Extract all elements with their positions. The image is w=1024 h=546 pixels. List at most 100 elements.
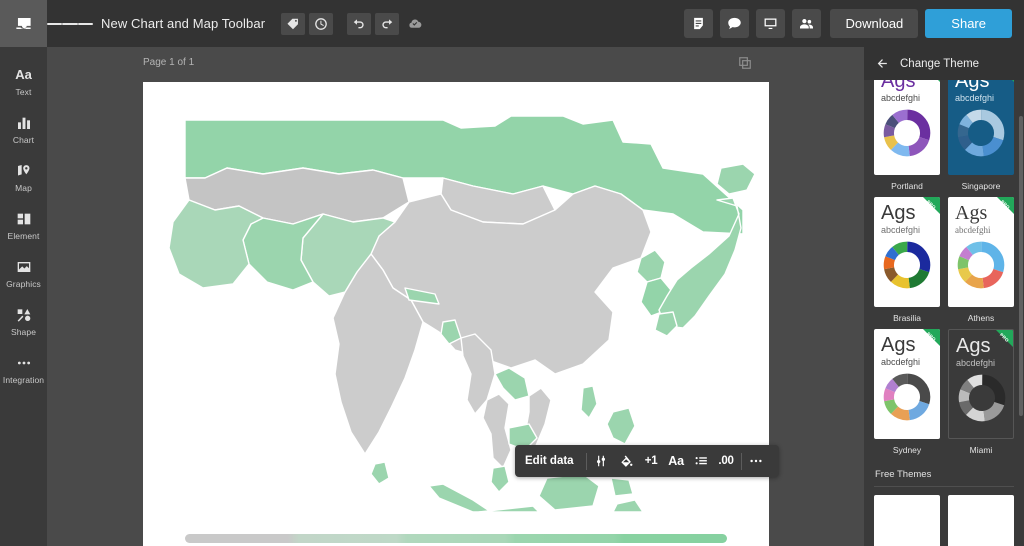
ellipsis-icon — [16, 354, 32, 371]
decimal-icon[interactable]: .00 — [714, 448, 739, 474]
theme-card-sydney[interactable]: PRO Ags abcdefghi — [874, 329, 940, 439]
theme-donut-chart — [957, 241, 1005, 289]
theme-donut-chart — [883, 373, 931, 421]
sidebar-item-integration[interactable]: Integration — [0, 345, 47, 393]
sidebar-item-graphics[interactable]: Graphics — [0, 249, 47, 297]
present-icon[interactable] — [756, 9, 786, 38]
legend-gradient-bar — [185, 534, 727, 543]
collaborators-icon[interactable] — [792, 9, 822, 38]
free-theme-card[interactable] — [948, 495, 1014, 546]
theme-panel-title: Change Theme — [900, 57, 980, 70]
theme-cell: PRO Ags abcdefghi Athens — [948, 193, 1014, 325]
sidebar-item-map[interactable]: Map — [0, 153, 47, 201]
theme-sample-body: abcdefghi — [881, 93, 921, 103]
page-header: Page 1 of 1 — [47, 47, 864, 78]
sidebar-item-label: Integration — [2, 375, 45, 385]
sidebar-item-label: Element — [7, 231, 40, 241]
theme-card-portland[interactable]: PROAgsabcdefghi — [874, 80, 940, 175]
undo-icon[interactable] — [347, 12, 372, 35]
shape-icon — [16, 306, 32, 323]
theme-donut-chart — [883, 241, 931, 289]
canvas-area[interactable]: Page 1 of 1 Edit data +1 Aa .00 — [47, 47, 864, 546]
toolbar-divider — [740, 452, 742, 470]
map-pin-icon — [16, 162, 32, 179]
theme-sample-body: abcdefghi — [955, 225, 991, 235]
sidebar-item-label: Map — [15, 183, 32, 193]
theme-donut-chart — [958, 374, 1006, 422]
edit-data-button[interactable]: Edit data — [525, 455, 584, 467]
more-options-icon[interactable] — [744, 448, 769, 474]
sidebar-item-label: Graphics — [6, 279, 41, 289]
text-aa-icon: Aa — [15, 67, 32, 82]
panel-scrollbar[interactable] — [1019, 116, 1023, 416]
tag-icon[interactable] — [281, 12, 306, 35]
sidebar-item-shape[interactable]: Shape — [0, 297, 47, 345]
theme-cell: PROAgsabcdefghi Portland — [874, 80, 940, 193]
section-divider — [874, 486, 1014, 487]
theme-donut-chart — [957, 109, 1005, 157]
theme-card-singapore[interactable]: PROAgsabcdefghi — [948, 80, 1014, 175]
theme-sample-body: abcdefghi — [881, 225, 921, 235]
free-theme-card[interactable] — [874, 495, 940, 546]
sidebar-item-label: Shape — [10, 327, 37, 337]
theme-sample-heading: Ags — [955, 202, 988, 224]
theme-panel-header: Change Theme — [864, 47, 1024, 80]
topbar-right-actions: Download Share — [684, 9, 1024, 38]
body-row: Aa Text Chart Map Element Graphics Shape… — [0, 47, 1024, 546]
toolbar-divider — [585, 452, 587, 470]
theme-name-label: Miami — [969, 445, 993, 455]
settings-sliders-icon[interactable] — [589, 448, 614, 474]
theme-panel: Change Theme PROAgsabcdefghiPortlandPROA… — [864, 47, 1024, 546]
theme-sample-heading: Ags — [881, 334, 916, 356]
theme-name-label: Portland — [891, 181, 923, 191]
theme-card-brasilia[interactable]: PRO Ags abcdefghi — [874, 197, 940, 307]
sidebar-item-element[interactable]: Element — [0, 201, 47, 249]
theme-cell: PRO Ags abcdefghi Miami — [948, 325, 1014, 457]
theme-panel-scroll[interactable]: PROAgsabcdefghi Portland PROAgsabcdefghi Si… — [864, 80, 1024, 546]
app-logo[interactable] — [0, 0, 47, 47]
sidebar-item-label: Chart — [12, 135, 35, 145]
theme-name-label: Sydney — [892, 445, 922, 455]
theme-name-label: Brasilia — [893, 313, 921, 323]
sidebar-item-chart[interactable]: Chart — [0, 105, 47, 153]
comment-icon[interactable] — [720, 9, 750, 38]
list-icon[interactable] — [689, 448, 714, 474]
theme-cell: PRO Ags abcdefghi Sydney — [874, 325, 940, 457]
theme-sample-body: abcdefghi — [956, 358, 996, 368]
paint-bucket-icon[interactable] — [614, 448, 639, 474]
graphics-image-icon — [16, 258, 32, 275]
map-legend[interactable]: 0 2 4 6 8 10 — [185, 534, 727, 546]
hamburger-menu-icon[interactable] — [47, 0, 93, 47]
theme-sample-body: abcdefghi — [881, 357, 921, 367]
sidebar-item-label: Text — [15, 87, 32, 97]
element-blocks-icon — [16, 210, 32, 227]
document-title[interactable]: New Chart and Map Toolbar — [101, 16, 265, 31]
theme-card-miami[interactable]: PRO Ags abcdefghi — [948, 329, 1014, 439]
theme-card-athens[interactable]: PRO Ags abcdefghi — [948, 197, 1014, 307]
theme-name-label: Singapore — [961, 181, 1001, 191]
page-indicator: Page 1 of 1 — [143, 57, 195, 68]
theme-sample-heading: Ags — [956, 335, 991, 357]
element-toolbar: Edit data +1 Aa .00 — [515, 445, 779, 477]
theme-sample-heading: Ags — [881, 202, 916, 224]
bar-chart-icon — [16, 114, 32, 131]
top-toolbar: New Chart and Map Toolbar Download Share — [0, 0, 1024, 47]
theme-cell: PRO Ags abcdefghi Brasilia — [874, 193, 940, 325]
history-clock-icon[interactable] — [309, 12, 334, 35]
back-button[interactable] — [876, 57, 889, 70]
sidebar-item-text[interactable]: Aa Text — [0, 57, 47, 105]
theme-cell: PROAgsabcdefghi Singapore — [948, 80, 1014, 193]
duplicate-page-icon[interactable] — [738, 56, 752, 75]
inbox-tray-icon — [16, 17, 31, 30]
notes-icon[interactable] — [684, 9, 714, 38]
free-themes-title: Free Themes — [875, 469, 932, 480]
share-button[interactable]: Share — [925, 9, 1012, 38]
left-rail: Aa Text Chart Map Element Graphics Shape… — [0, 47, 47, 546]
download-button[interactable]: Download — [830, 9, 919, 38]
increment-icon[interactable]: +1 — [639, 448, 664, 474]
theme-donut-chart — [883, 109, 931, 157]
redo-icon[interactable] — [375, 12, 400, 35]
arrow-left-icon — [877, 59, 887, 68]
free-theme-grid — [874, 495, 1014, 546]
font-icon[interactable]: Aa — [664, 448, 689, 474]
